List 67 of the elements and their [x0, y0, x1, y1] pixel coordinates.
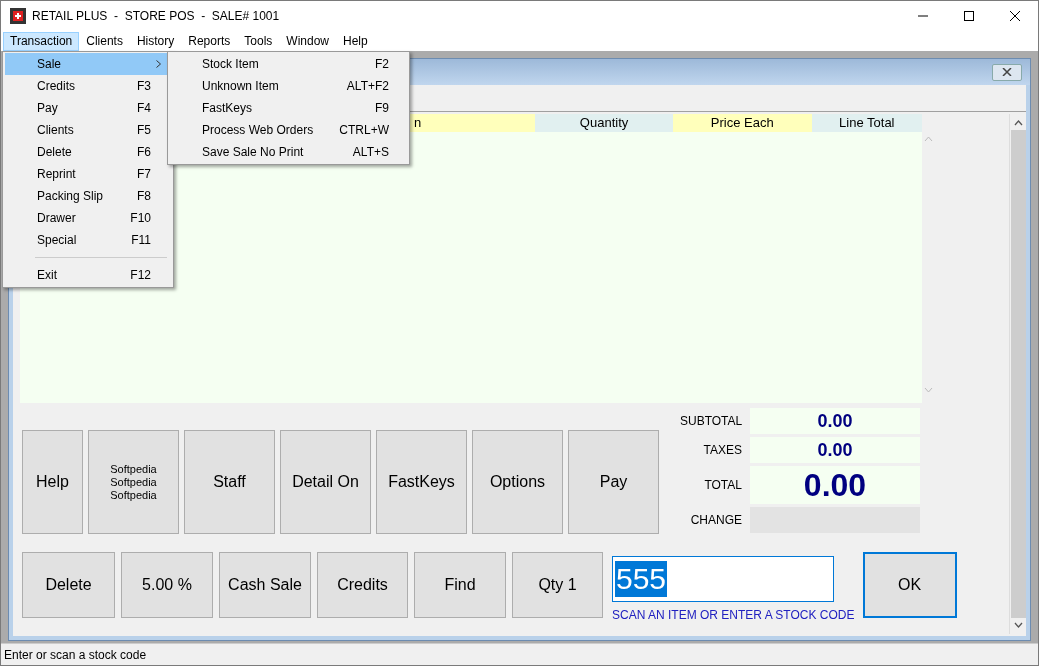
shortcut-text: F6: [137, 144, 151, 161]
shortcut-text: F9: [375, 100, 389, 117]
shortcut-text: F3: [137, 78, 151, 95]
scroll-up-icon: [924, 136, 933, 142]
pos-button[interactable]: Qty 1: [512, 552, 603, 618]
pos-button[interactable]: Credits: [317, 552, 408, 618]
pos-button[interactable]: Detail On: [280, 430, 371, 534]
shortcut-text: ALT+S: [352, 144, 389, 161]
scroll-up-icon[interactable]: [1013, 120, 1023, 126]
close-button[interactable]: [992, 63, 1022, 81]
scroll-down-icon[interactable]: [1013, 622, 1023, 628]
menu-item[interactable]: History: [129, 31, 182, 51]
column-header: Quantity: [535, 114, 673, 132]
menu-item[interactable]: Special F11: [5, 229, 171, 251]
shortcut-text: F12: [130, 267, 151, 284]
shortcut-text: F8: [137, 188, 151, 205]
menu-item[interactable]: Unknown Item ALT+F2: [170, 75, 407, 97]
scan-input-field[interactable]: 555: [612, 556, 834, 602]
menu-item[interactable]: Reprint F7: [5, 163, 171, 185]
total-label: TOTAL: [703, 477, 742, 494]
menu-item[interactable]: Tools: [237, 31, 280, 51]
status-text: Enter or scan a stock code: [4, 646, 147, 664]
menu-item[interactable]: Credits F3: [5, 75, 171, 97]
menu-item[interactable]: Stock Item F2: [170, 53, 407, 75]
menu-item[interactable]: Help: [336, 31, 375, 51]
menu-item[interactable]: Transaction: [3, 31, 80, 51]
menu-item[interactable]: Delete F6: [5, 141, 171, 163]
menu-item[interactable]: Window: [279, 31, 336, 51]
shortcut-text: F7: [137, 166, 151, 183]
maximize-icon: [964, 11, 974, 21]
total-value: 0.00: [750, 466, 920, 504]
menu-item[interactable]: Save Sale No Print ALT+S: [170, 141, 407, 163]
ok-button[interactable]: OK: [862, 552, 957, 618]
menu-item[interactable]: Exit F12: [5, 264, 171, 286]
total-value: 0.00: [750, 408, 920, 434]
pos-button[interactable]: 5.00 %: [121, 552, 213, 618]
close-icon: [1010, 11, 1020, 21]
total-label: SUBTOTAL: [680, 413, 742, 430]
window-title: RETAIL PLUS - STORE POS - SALE# 1001: [32, 8, 280, 25]
scan-hint: SCAN AN ITEM OR ENTER A STOCK CODE: [612, 607, 855, 624]
pos-button[interactable]: Help: [22, 430, 83, 534]
menu-item[interactable]: Reports: [181, 31, 238, 51]
total-label: TAXES: [702, 442, 742, 459]
scroll-down-icon: [924, 387, 933, 393]
column-header: Price Each: [672, 114, 812, 132]
pos-button[interactable]: Pay: [568, 430, 659, 534]
close-icon: [1002, 68, 1012, 76]
pos-button[interactable]: Staff: [184, 430, 275, 534]
menu-item[interactable]: Drawer F10: [5, 207, 171, 229]
total-label: CHANGE: [689, 512, 742, 529]
shortcut-text: F2: [375, 56, 389, 73]
menu-item[interactable]: Packing Slip F8: [5, 185, 171, 207]
column-header: Line Total: [811, 114, 922, 132]
chevron-icon: [156, 60, 161, 68]
menu-item[interactable]: Clients: [79, 31, 130, 51]
pos-button[interactable]: Delete: [22, 552, 115, 618]
shortcut-text: F11: [131, 232, 151, 249]
app-icon: [10, 8, 26, 24]
total-value: 0.00: [750, 437, 920, 463]
pos-button[interactable]: Softpedia Softpedia Softpedia: [88, 430, 179, 534]
pos-button[interactable]: Options: [472, 430, 563, 534]
shortcut-text: F10: [130, 210, 151, 227]
shortcut-text: F4: [137, 100, 151, 117]
pos-button[interactable]: FastKeys: [376, 430, 467, 534]
pos-button[interactable]: Cash Sale: [219, 552, 311, 618]
shortcut-text: ALT+F2: [346, 78, 389, 95]
pos-button[interactable]: Find: [414, 552, 506, 618]
